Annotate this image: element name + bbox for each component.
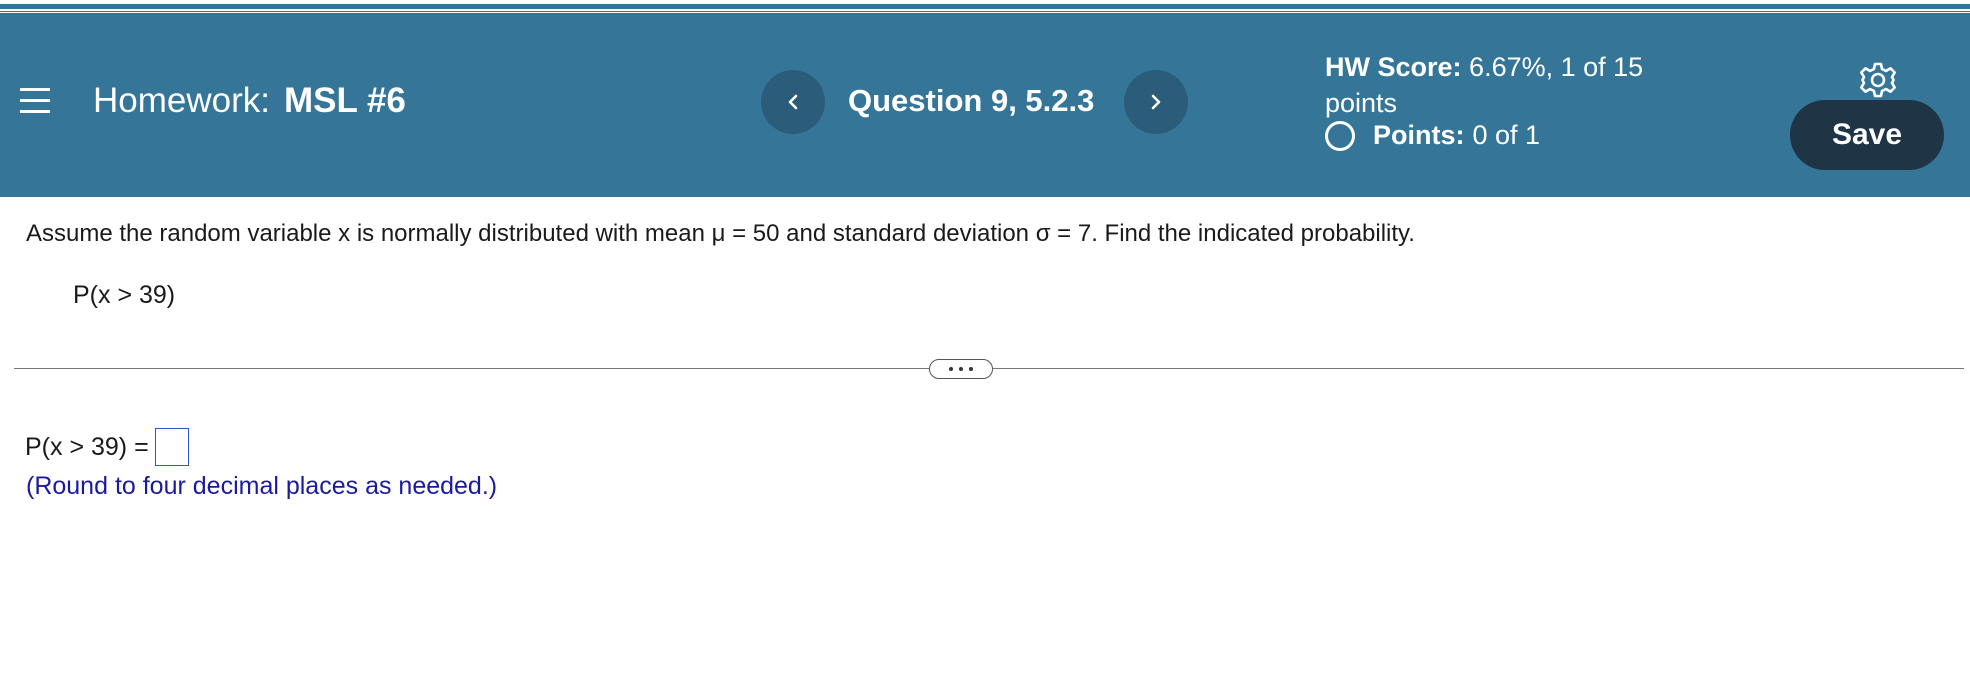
rounding-hint: (Round to four decimal places as needed.…	[26, 472, 498, 500]
chevron-left-icon	[788, 94, 798, 110]
top-accent-rule	[0, 0, 1970, 13]
answer-row: P(x > 39) =	[25, 428, 189, 466]
answer-expression: P(x > 39) =	[25, 432, 149, 461]
hw-score-label: HW Score:	[1325, 52, 1462, 82]
previous-question-button[interactable]	[761, 70, 825, 134]
homework-name: MSL #6	[283, 81, 406, 120]
save-button[interactable]: Save	[1790, 100, 1944, 170]
homework-header: Homework: MSL #6 Question 9, 5.2.3 HW Sco…	[0, 13, 1970, 197]
homework-title: Homework: MSL #6	[93, 81, 406, 121]
divider-expand-handle[interactable]	[929, 359, 993, 379]
hw-score: HW Score: 6.67%, 1 of 15 points	[1325, 49, 1685, 121]
empty-circle-icon	[1325, 120, 1355, 151]
chevron-right-icon	[1151, 94, 1161, 110]
problem-prompt: Assume the random variable x is normally…	[26, 220, 1415, 247]
points-label: Points:	[1373, 120, 1465, 150]
answer-input[interactable]	[154, 428, 189, 466]
question-label: Question 9, 5.2.3	[848, 83, 1095, 118]
question-points: Points: 0 of 1	[1325, 120, 1540, 151]
given-probability: P(x > 39)	[73, 281, 176, 309]
hamburger-menu-icon[interactable]	[20, 88, 50, 114]
homework-label: Homework:	[93, 81, 270, 120]
points-value: 0 of 1	[1472, 120, 1541, 150]
next-question-button[interactable]	[1124, 70, 1188, 134]
gear-icon[interactable]	[1859, 61, 1897, 99]
